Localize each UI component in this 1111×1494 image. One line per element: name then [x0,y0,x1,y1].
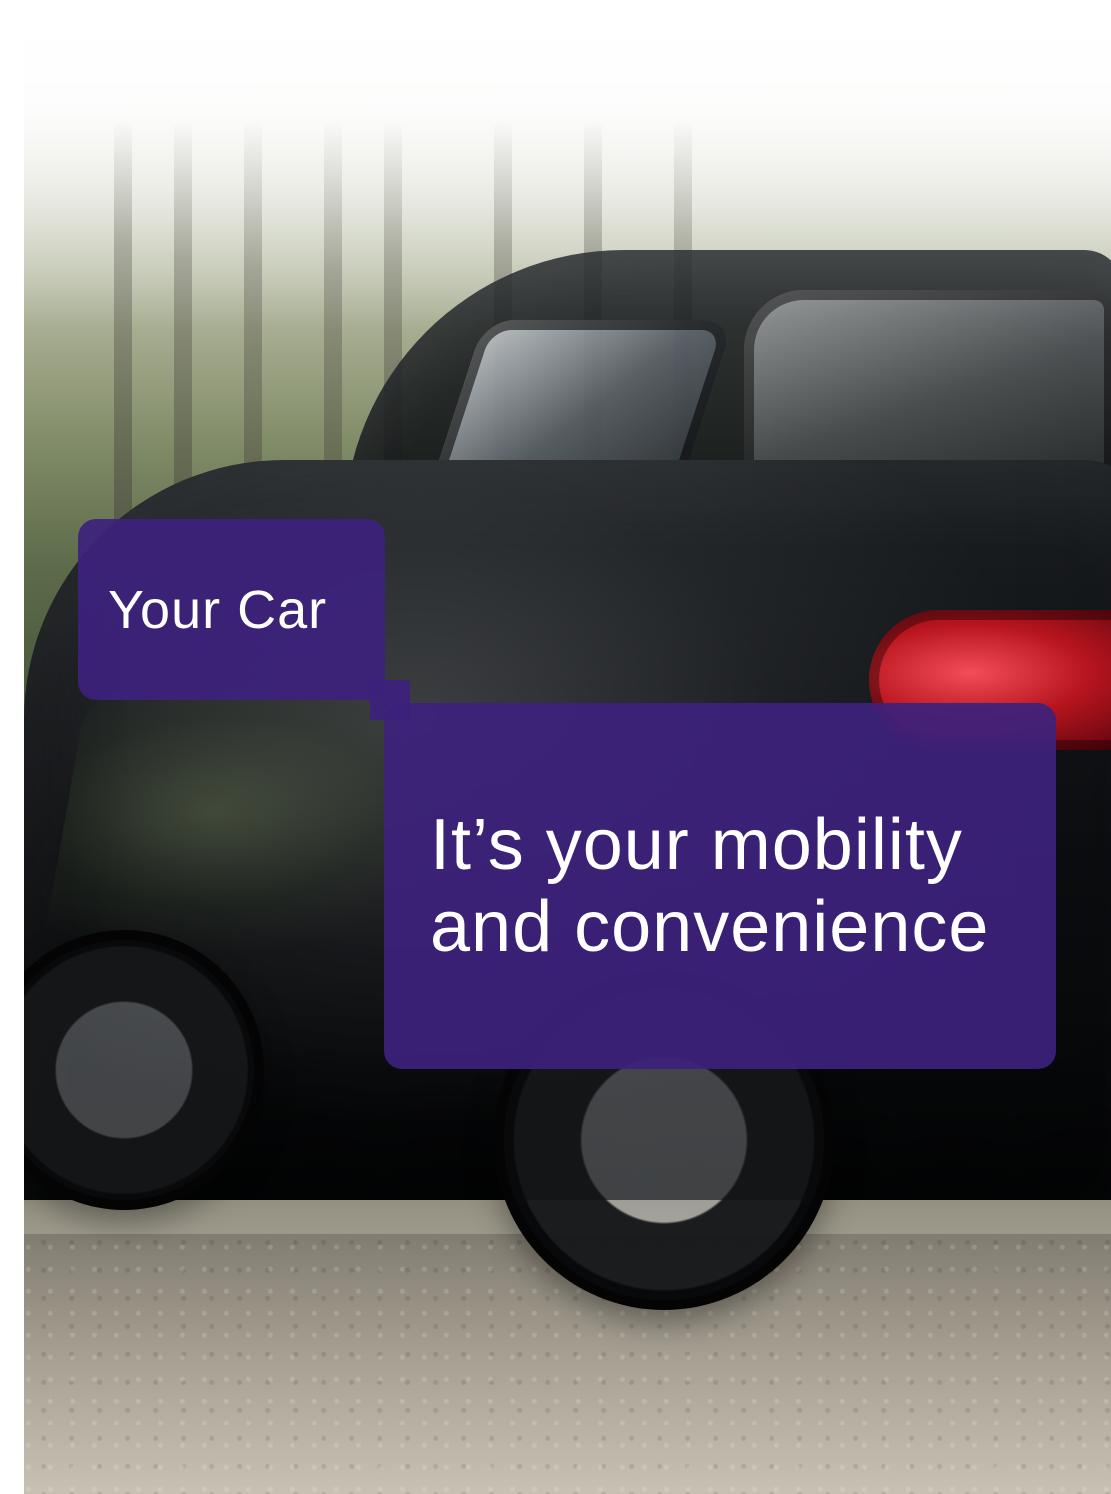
panel-large-text: It’s your mobility and convenience [430,804,989,968]
label-panel-large: It’s your mobility and convenience [384,703,1056,1069]
advertisement-page: Your Car It’s your mobility and convenie… [0,0,1111,1494]
panel-large-line-1: It’s your mobility [430,804,963,885]
panel-small-text: Your Car [108,579,328,640]
panel-large-line-2: and convenience [430,887,990,967]
label-panel-small: Your Car [78,519,385,700]
